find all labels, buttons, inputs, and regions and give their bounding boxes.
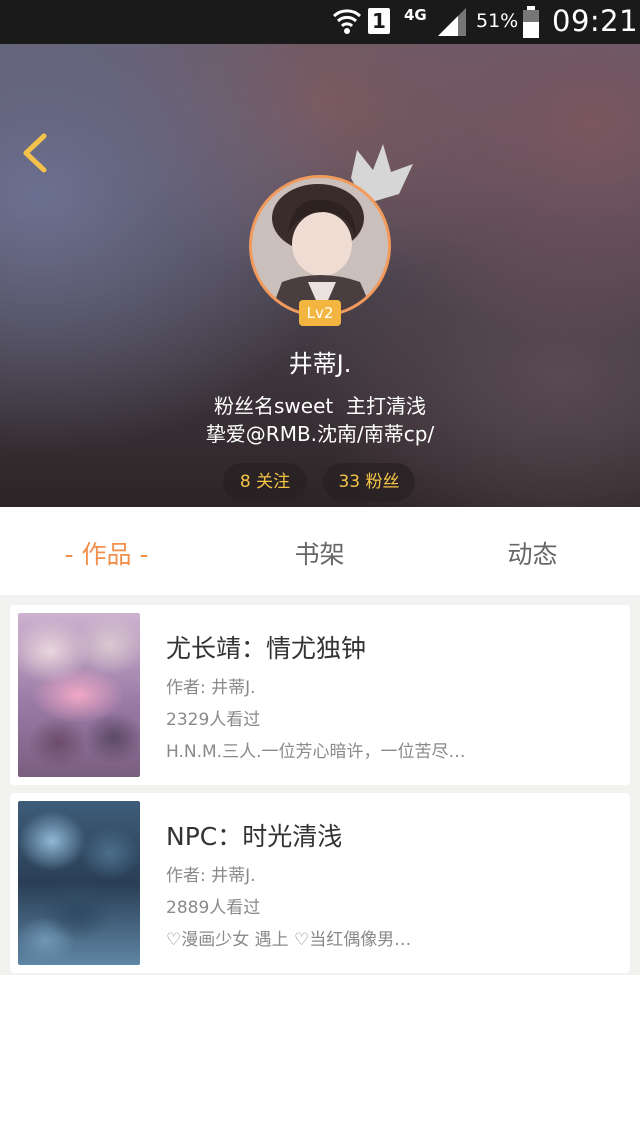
tab-bar: - 作品 - 书架 动态: [0, 507, 640, 595]
work-views: 2889人看过: [166, 898, 261, 918]
tab-works[interactable]: - 作品 -: [0, 535, 213, 571]
back-button[interactable]: [18, 130, 52, 176]
work-description: H.N.M.三人.一位芳心暗许，一位苦尽…: [166, 742, 466, 762]
following-count-button[interactable]: 8 关注: [223, 463, 307, 501]
book-cover-image: [18, 613, 140, 777]
chevron-left-icon: [23, 133, 47, 173]
tab-bookshelf[interactable]: 书架: [213, 535, 426, 571]
avatar-image: [252, 178, 388, 314]
works-list: 尤长靖：情尤独钟 作者: 井蒂J. 2329人看过 H.N.M.三人.一位芳心暗…: [0, 595, 640, 975]
status-bar: 1 4G 51% 09:21: [0, 0, 640, 44]
battery-icon: [522, 6, 540, 42]
work-card[interactable]: NPC：时光清浅 作者: 井蒂J. 2889人看过 ♡漫画少女 遇上 ♡当红偶像…: [10, 793, 630, 973]
profile-header: Lv2 井蒂J. 粉丝名sweet 主打清浅 挚爱@RMB.沈南/南蒂cp/ 8…: [0, 44, 640, 507]
work-title: NPC：时光清浅: [166, 822, 343, 851]
work-author: 作者: 井蒂J.: [166, 678, 256, 698]
tab-activity[interactable]: 动态: [426, 535, 639, 571]
battery-percent: 51%: [476, 10, 519, 32]
bio: 粉丝名sweet 主打清浅 挚爱@RMB.沈南/南蒂cp/: [0, 392, 640, 448]
clock: 09:21: [552, 4, 639, 38]
network-type: 4G: [404, 6, 427, 24]
work-title: 尤长靖：情尤独钟: [166, 634, 367, 663]
bio-line-1: 粉丝名sweet 主打清浅: [214, 394, 426, 418]
fans-count-button[interactable]: 33 粉丝: [323, 463, 415, 501]
work-card[interactable]: 尤长靖：情尤独钟 作者: 井蒂J. 2329人看过 H.N.M.三人.一位芳心暗…: [10, 605, 630, 785]
username: 井蒂J.: [288, 350, 352, 378]
avatar[interactable]: [249, 175, 391, 317]
bio-line-2: 挚爱@RMB.沈南/南蒂cp/: [205, 422, 435, 446]
work-author: 作者: 井蒂J.: [166, 866, 256, 886]
work-views: 2329人看过: [166, 710, 261, 730]
wifi-icon: [332, 6, 362, 42]
work-description: ♡漫画少女 遇上 ♡当红偶像男…: [166, 930, 412, 950]
book-cover-image: [18, 801, 140, 965]
sim-slot-icon: 1: [368, 8, 390, 34]
level-badge: Lv2: [299, 300, 341, 326]
signal-icon: [436, 8, 468, 40]
